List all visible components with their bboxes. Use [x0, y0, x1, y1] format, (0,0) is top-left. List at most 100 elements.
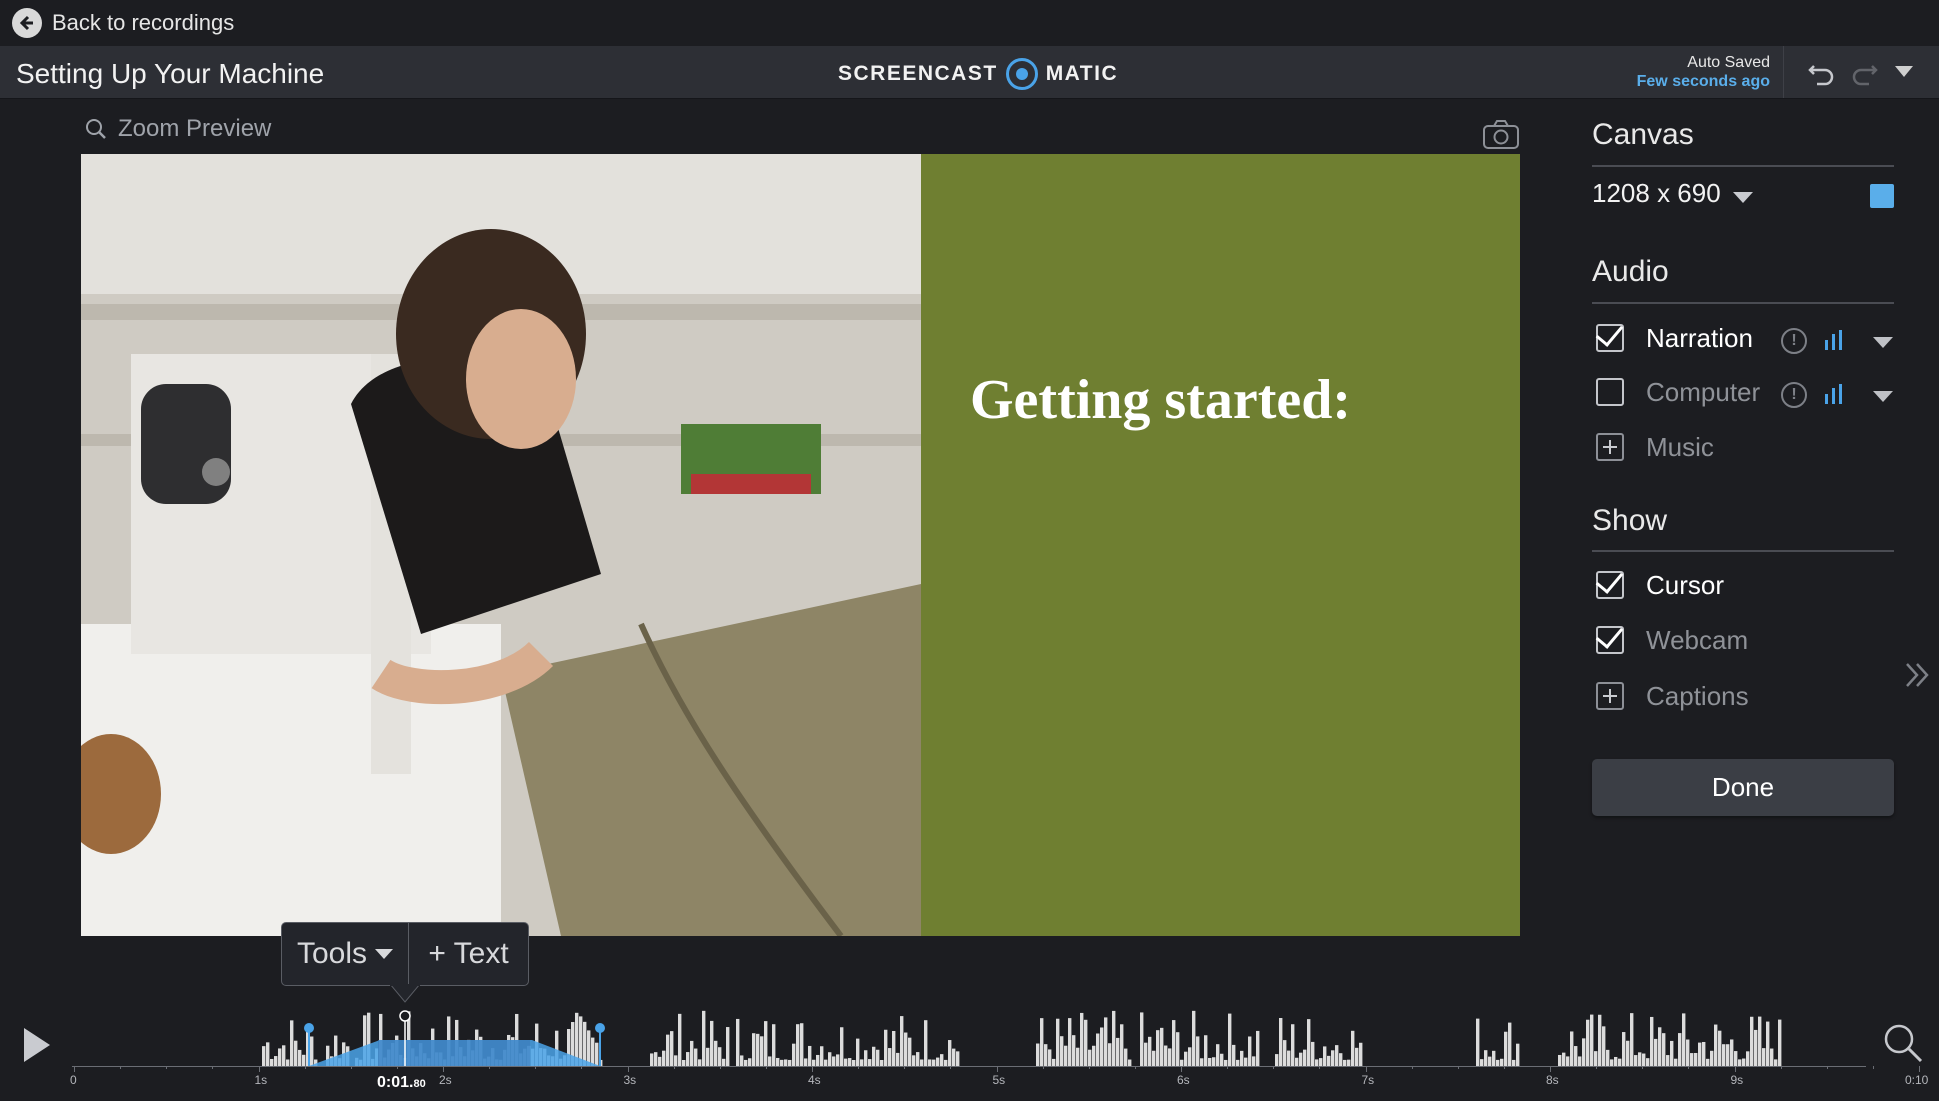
waveform-bar	[804, 1058, 808, 1066]
recording-title[interactable]: Setting Up Your Machine	[16, 58, 324, 90]
chevron-down-icon	[375, 949, 394, 959]
waveform-bar	[1516, 1043, 1520, 1066]
zoom-handle[interactable]	[304, 1023, 314, 1033]
audio-level-icon[interactable]	[1825, 330, 1847, 350]
canvas-size-value: 1208 x 690	[1592, 178, 1721, 208]
webcam-row: Webcam	[1595, 620, 1749, 660]
narration-label: Narration	[1646, 322, 1753, 353]
redo-icon[interactable]	[1850, 60, 1878, 86]
tools-dropdown-button[interactable]: Tools	[282, 923, 409, 985]
waveform-bar	[1630, 1013, 1634, 1066]
zoom-hold-segment[interactable]	[378, 1040, 530, 1066]
waveform-bar	[1060, 1036, 1064, 1066]
waveform-bar	[956, 1051, 960, 1066]
add-text-button[interactable]: + Text	[409, 923, 528, 985]
waveform-bar	[1738, 1059, 1742, 1066]
waveform-bar	[948, 1040, 952, 1066]
waveform-bar	[1500, 1058, 1504, 1066]
waveform-bar	[595, 1042, 599, 1066]
timeline-tick	[1734, 1066, 1736, 1072]
canvas-color-swatch[interactable]	[1870, 184, 1894, 208]
waveform-bar	[1351, 1030, 1355, 1066]
playhead-handle[interactable]	[399, 1010, 411, 1022]
waveform-bar	[1339, 1053, 1343, 1066]
computer-audio-checkbox[interactable]	[1596, 378, 1624, 406]
done-button[interactable]: Done	[1592, 759, 1894, 816]
waveform-bar	[1682, 1013, 1686, 1066]
waveform-bar	[666, 1034, 670, 1066]
waveform-bar	[1558, 1054, 1562, 1066]
waveform-bar	[1335, 1045, 1339, 1066]
canvas-size-dropdown[interactable]: 1208 x 690	[1592, 178, 1753, 209]
timeline-minor-tick	[1826, 1066, 1828, 1069]
waveform-bar	[710, 1020, 714, 1066]
narration-checkbox[interactable]	[1595, 318, 1624, 352]
webcam-label: Webcam	[1646, 624, 1749, 655]
waveform-bar	[1291, 1024, 1295, 1066]
collapse-panel-icon[interactable]	[1903, 660, 1931, 690]
waveform-bar	[662, 1050, 666, 1066]
waveform-bar	[1212, 1057, 1216, 1066]
timeline-minor-tick	[581, 1066, 583, 1069]
warning-icon[interactable]: !	[1781, 382, 1807, 408]
webcam-checkbox[interactable]	[1595, 620, 1624, 654]
canvas-section-title: Canvas	[1592, 118, 1694, 151]
waveform-bar	[1586, 1019, 1590, 1066]
warning-icon[interactable]: !	[1781, 328, 1807, 354]
waveform-bar	[1287, 1050, 1291, 1066]
waveform-bar	[916, 1052, 920, 1066]
timeline-minor-tick	[1872, 1066, 1874, 1069]
waveform-bar	[1248, 1036, 1252, 1066]
waveform-bar	[896, 1052, 900, 1066]
waveform-bar	[302, 1054, 306, 1066]
audio-level-icon[interactable]	[1825, 384, 1847, 404]
timeline-tick	[1550, 1066, 1551, 1072]
waveform-bar	[1084, 1019, 1088, 1066]
add-captions-row[interactable]: Captions	[1596, 676, 1749, 716]
undo-icon[interactable]	[1808, 60, 1836, 86]
waveform-bar	[1698, 1042, 1702, 1066]
timeline-minor-tick	[535, 1066, 537, 1069]
waveform-bar	[1311, 1041, 1315, 1066]
timeline-tick	[74, 1066, 75, 1072]
waveform-bar	[1240, 1050, 1244, 1066]
waveform-bar	[278, 1048, 282, 1066]
waveform-bar	[298, 1049, 302, 1066]
screencast-o-matic-logo: SCREENCAST MATIC	[838, 56, 1118, 92]
zoom-handle[interactable]	[595, 1023, 605, 1033]
menu-dropdown-icon[interactable]	[1895, 66, 1913, 77]
camera-icon[interactable]	[1482, 118, 1520, 150]
waveform-bar	[1295, 1057, 1299, 1066]
waveform-bar	[1590, 1014, 1594, 1066]
waveform-bar	[1686, 1039, 1690, 1066]
waveform-bar	[1323, 1046, 1327, 1066]
waveform-bar	[1662, 1033, 1666, 1066]
timeline-minor-tick	[1457, 1066, 1459, 1069]
add-music-icon[interactable]	[1596, 433, 1624, 461]
narration-dropdown-icon[interactable]	[1873, 337, 1893, 348]
title-slide-panel	[921, 154, 1520, 936]
waveform-bar	[714, 1040, 718, 1066]
add-music-row[interactable]: Music	[1596, 427, 1714, 467]
timeline-tick	[1181, 1066, 1182, 1072]
timeline-tick-label: 5s	[992, 1073, 1006, 1087]
waveform-bar	[1176, 1032, 1180, 1066]
cursor-checkbox[interactable]	[1595, 565, 1624, 599]
computer-audio-dropdown-icon[interactable]	[1873, 391, 1893, 402]
slide-heading[interactable]: Getting started:	[970, 368, 1351, 432]
waveform-bar	[1730, 1039, 1734, 1066]
waveform-bar	[868, 1059, 872, 1066]
timeline-minor-tick	[1503, 1066, 1505, 1069]
waveform-bar	[828, 1052, 832, 1066]
zoom-preview-button[interactable]: Zoom Preview	[84, 115, 271, 143]
waveform-bar	[262, 1046, 266, 1066]
waveform-bar	[1610, 1059, 1614, 1066]
waveform-bar	[908, 1037, 912, 1066]
back-to-recordings-button[interactable]: Back to recordings	[12, 8, 234, 38]
waveform-bar	[1678, 1033, 1682, 1066]
waveform-bar	[1044, 1044, 1048, 1066]
waveform-bar	[1256, 1030, 1260, 1066]
audio-waveform[interactable]	[0, 990, 1939, 1066]
waveform-bar	[1642, 1053, 1646, 1066]
add-captions-icon[interactable]	[1596, 682, 1624, 710]
